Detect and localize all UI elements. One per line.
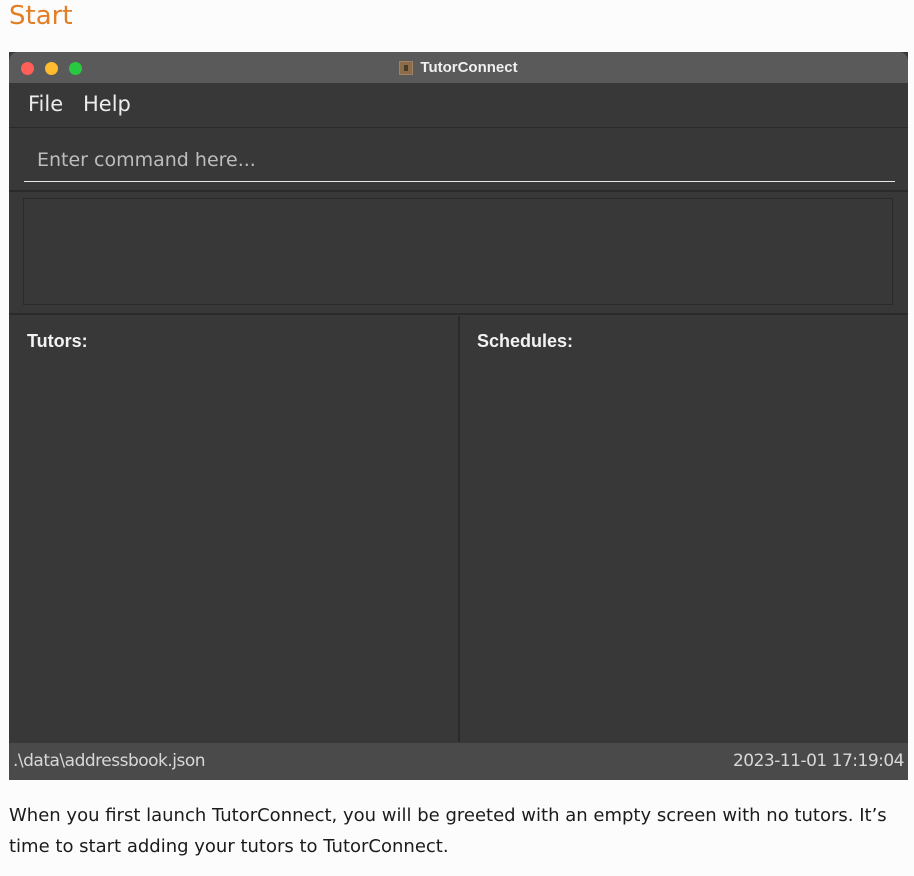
app-icon bbox=[399, 60, 414, 75]
app-window: TutorConnect File Help Tutors: Schedules… bbox=[9, 52, 908, 780]
status-bar: .\data\addressbook.json 2023-11-01 17:19… bbox=[9, 743, 908, 780]
result-display-area bbox=[9, 192, 908, 315]
title-wrap: TutorConnect bbox=[9, 52, 908, 83]
menu-help[interactable]: Help bbox=[83, 92, 131, 116]
menu-bar: File Help bbox=[9, 83, 908, 128]
tutor-list-panel[interactable]: Tutors: bbox=[9, 316, 460, 742]
title-bar: TutorConnect bbox=[9, 52, 908, 83]
schedules-title: Schedules: bbox=[477, 331, 574, 351]
status-timestamp: 2023-11-01 17:19:04 bbox=[732, 751, 905, 771]
command-input[interactable] bbox=[24, 138, 895, 182]
section-heading: Start bbox=[9, 1, 73, 31]
description-text: When you first launch TutorConnect, you … bbox=[9, 805, 887, 857]
tutors-title: Tutors: bbox=[27, 331, 88, 351]
command-box bbox=[9, 128, 908, 192]
result-display bbox=[23, 198, 893, 305]
menu-file[interactable]: File bbox=[28, 92, 63, 116]
window-title: TutorConnect bbox=[420, 59, 518, 76]
save-file-path: .\data\addressbook.json bbox=[13, 751, 206, 771]
schedule-list-panel[interactable]: Schedules: bbox=[460, 316, 908, 742]
